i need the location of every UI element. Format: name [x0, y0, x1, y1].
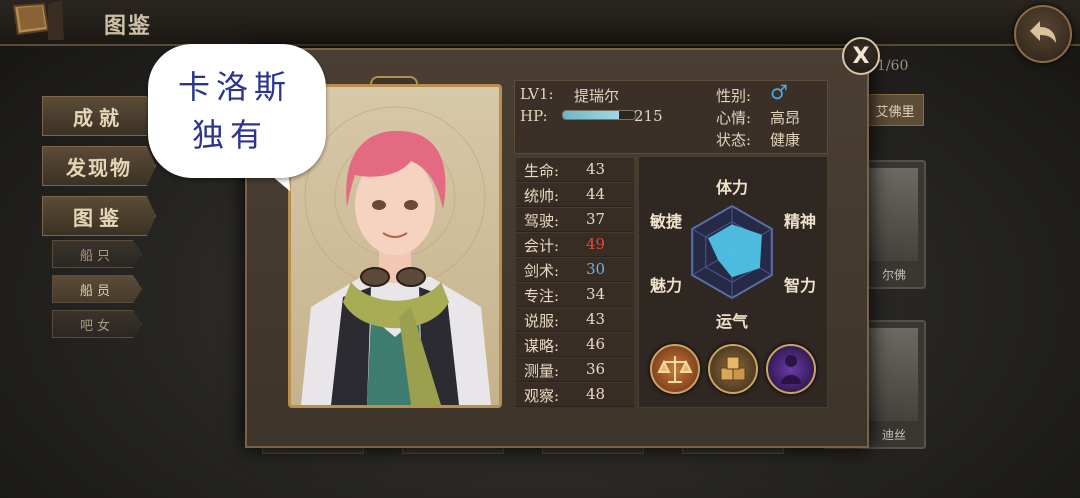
menu-codex-button[interactable]: 图鉴	[42, 196, 156, 236]
radar-label-agility: 敏捷	[650, 212, 683, 231]
crew-card-name: 迪丝	[881, 428, 906, 442]
top-bar: 图鉴	[0, 0, 1080, 63]
stat-row: 说服: 43	[516, 308, 634, 332]
radar-label-spirit: 精神	[784, 212, 817, 231]
book-icon	[12, 0, 64, 40]
stat-value: 34	[586, 285, 606, 303]
stat-label: 驾驶:	[524, 212, 560, 230]
status-value: 健康	[770, 131, 801, 149]
page-title: 图鉴	[104, 13, 153, 39]
stat-row: 统帅: 44	[516, 183, 634, 207]
crew-card-name: 尔佛	[881, 268, 906, 282]
stat-row: 谋略: 46	[516, 333, 634, 357]
stat-row: 驾驶: 37	[516, 208, 634, 232]
crates-icon[interactable]	[708, 344, 758, 394]
stat-value: 49	[586, 235, 606, 253]
stat-label: 测量:	[524, 362, 560, 380]
mood-value: 高昂	[770, 109, 801, 127]
stat-value: 46	[586, 335, 606, 353]
character-name: 提瑞尔	[574, 87, 620, 105]
menu-discoveries-button[interactable]: 发现物	[42, 146, 156, 186]
stat-value: 37	[586, 210, 606, 228]
submenu-ships[interactable]: 船只	[52, 240, 142, 268]
scales-icon[interactable]	[650, 344, 700, 394]
stat-row: 专注: 34	[516, 283, 634, 307]
stat-label: 生命:	[524, 162, 560, 180]
submenu-crew[interactable]: 船员	[52, 275, 142, 303]
stat-label: 观察:	[524, 387, 560, 405]
stat-row: 测量: 36	[516, 358, 634, 382]
hp-label: HP:	[520, 107, 548, 125]
stat-value: 43	[586, 160, 606, 178]
mood-label: 心情:	[716, 109, 752, 127]
stat-label: 统帅:	[524, 187, 560, 205]
stat-value: 43	[586, 310, 606, 328]
submenu-barmaids[interactable]: 吧女	[52, 310, 142, 338]
status-label: 状态:	[716, 131, 752, 149]
menu-achievements-button[interactable]: 成就	[42, 96, 156, 136]
hp-bar-fill	[563, 111, 620, 119]
stat-value: 30	[586, 260, 606, 278]
stat-label: 谋略:	[524, 337, 560, 355]
hp-bar	[562, 110, 636, 120]
gender-label: 性别:	[716, 87, 752, 105]
shadow-figure-icon[interactable]	[766, 344, 816, 394]
stat-row: 观察: 48	[516, 383, 634, 407]
hp-value: 215	[634, 107, 663, 125]
stat-row: 剑术: 30	[516, 258, 634, 282]
stat-label: 专注:	[524, 287, 560, 305]
stat-label: 剑术:	[524, 262, 560, 280]
back-arrow-icon	[1030, 21, 1056, 43]
radar-label-luck: 运气	[716, 312, 749, 331]
stat-value: 36	[586, 360, 606, 378]
stat-row: 会计: 49	[516, 233, 634, 257]
level-label: LV1:	[520, 85, 554, 103]
crew-chip[interactable]: 艾佛里	[866, 94, 924, 126]
speech-bubble-line2: 独有	[192, 116, 269, 154]
speech-bubble-line1: 卡洛斯	[178, 68, 293, 106]
stat-value: 48	[586, 385, 606, 403]
radar-label-intellect: 智力	[784, 276, 817, 295]
male-icon: ♂	[770, 80, 788, 104]
radar-label-stamina: 体力	[716, 178, 749, 197]
close-button[interactable]: X	[842, 37, 880, 75]
radar-label-charm: 魅力	[650, 276, 683, 295]
stat-row: 生命: 43	[516, 158, 634, 182]
stat-label: 说服:	[524, 312, 560, 330]
back-button[interactable]	[1014, 5, 1072, 63]
stat-label: 会计:	[524, 237, 560, 255]
stat-value: 44	[586, 185, 606, 203]
